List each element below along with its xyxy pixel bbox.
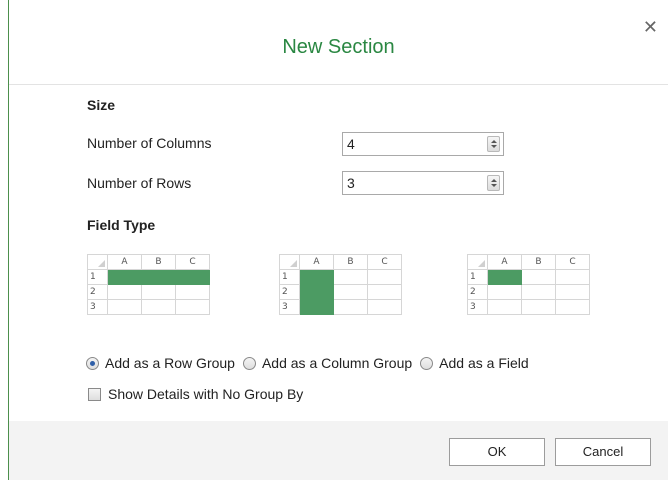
row-header: 1 <box>467 269 488 285</box>
field-type-radio-group: Add as a Row Group Add as a Column Group… <box>86 355 537 371</box>
empty-cell <box>333 284 368 300</box>
empty-cell <box>555 284 590 300</box>
rows-spin-buttons[interactable] <box>487 175 500 191</box>
empty-cell <box>487 299 522 315</box>
corner-triangle-icon <box>478 260 485 267</box>
spin-down-icon[interactable] <box>491 145 497 148</box>
row-group-option[interactable]: Add as a Row Group <box>86 355 235 371</box>
empty-cell <box>367 299 402 315</box>
rows-label: Number of Rows <box>87 175 192 191</box>
empty-cell <box>521 299 556 315</box>
field-preview[interactable]: A B C 1 2 3 <box>467 254 590 315</box>
column-header: A <box>107 254 142 270</box>
row-header: 3 <box>87 299 108 315</box>
field-option[interactable]: Add as a Field <box>420 355 529 371</box>
new-section-dialog: New Section ✕ Size Number of Columns 4 N… <box>8 0 668 480</box>
cancel-button[interactable]: Cancel <box>555 438 651 466</box>
column-header: C <box>175 254 210 270</box>
show-details-option[interactable]: Show Details with No Group By <box>88 386 303 402</box>
row-header: 2 <box>467 284 488 300</box>
empty-cell <box>333 269 368 285</box>
columns-value[interactable]: 4 <box>347 136 355 152</box>
corner-triangle-icon <box>290 260 297 267</box>
filled-cell <box>175 269 210 285</box>
filled-cell <box>299 269 334 285</box>
filled-cell <box>107 269 142 285</box>
corner-triangle-icon <box>98 260 105 267</box>
column-header: B <box>333 254 368 270</box>
empty-cell <box>521 284 556 300</box>
filled-cell <box>487 269 522 285</box>
empty-cell <box>367 269 402 285</box>
spin-up-icon[interactable] <box>491 140 497 143</box>
rows-stepper[interactable]: 3 <box>342 171 504 195</box>
grid-corner <box>87 254 108 270</box>
empty-cell <box>107 284 142 300</box>
columns-stepper[interactable]: 4 <box>342 132 504 156</box>
spin-down-icon[interactable] <box>491 184 497 187</box>
row-group-radio[interactable] <box>86 356 99 370</box>
empty-cell <box>141 284 176 300</box>
column-header: C <box>367 254 402 270</box>
empty-cell <box>175 284 210 300</box>
grid-corner <box>279 254 300 270</box>
filled-cell <box>299 299 334 315</box>
empty-cell <box>367 284 402 300</box>
row-header: 2 <box>87 284 108 300</box>
row-group-preview[interactable]: A B C 1 2 3 <box>87 254 210 315</box>
empty-cell <box>175 299 210 315</box>
row-header: 3 <box>467 299 488 315</box>
column-group-preview[interactable]: A B C 1 2 3 <box>279 254 402 315</box>
filled-cell <box>299 284 334 300</box>
show-details-checkbox[interactable] <box>88 387 101 401</box>
close-icon[interactable]: ✕ <box>643 18 658 36</box>
empty-cell <box>107 299 142 315</box>
column-header: A <box>299 254 334 270</box>
row-header: 2 <box>279 284 300 300</box>
field-radio[interactable] <box>420 356 434 370</box>
spin-up-icon[interactable] <box>491 179 497 182</box>
dialog-header: New Section ✕ <box>9 0 668 85</box>
empty-cell <box>555 299 590 315</box>
dialog-footer: OK Cancel <box>9 421 668 480</box>
empty-cell <box>555 269 590 285</box>
row-group-label[interactable]: Add as a Row Group <box>105 355 235 371</box>
empty-cell <box>333 299 368 315</box>
empty-cell <box>521 269 556 285</box>
rows-value[interactable]: 3 <box>347 175 355 191</box>
empty-cell <box>141 299 176 315</box>
columns-label: Number of Columns <box>87 135 212 151</box>
columns-spin-buttons[interactable] <box>487 136 500 152</box>
row-header: 3 <box>279 299 300 315</box>
column-header: B <box>521 254 556 270</box>
column-header: C <box>555 254 590 270</box>
row-header: 1 <box>279 269 300 285</box>
size-heading: Size <box>87 97 116 113</box>
column-group-radio[interactable] <box>242 356 256 370</box>
row-header: 1 <box>87 269 108 285</box>
show-details-label[interactable]: Show Details with No Group By <box>108 386 303 402</box>
filled-cell <box>141 269 176 285</box>
column-header: A <box>487 254 522 270</box>
empty-cell <box>487 284 522 300</box>
ok-button[interactable]: OK <box>449 438 545 466</box>
field-type-heading: Field Type <box>87 217 156 233</box>
column-group-option[interactable]: Add as a Column Group <box>242 355 412 371</box>
field-label[interactable]: Add as a Field <box>439 355 529 371</box>
dialog-title: New Section <box>282 36 395 58</box>
column-group-label[interactable]: Add as a Column Group <box>262 355 412 371</box>
column-header: B <box>141 254 176 270</box>
grid-corner <box>467 254 488 270</box>
